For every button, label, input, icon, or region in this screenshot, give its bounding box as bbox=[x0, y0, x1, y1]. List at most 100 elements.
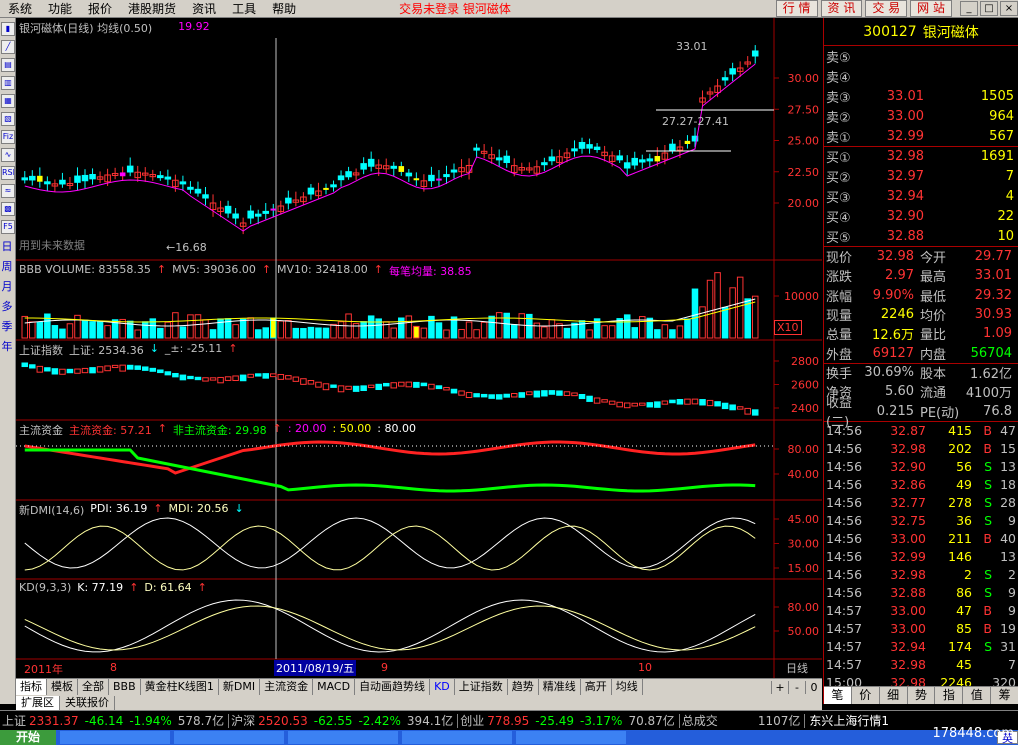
start-button[interactable]: 开始 bbox=[0, 730, 57, 745]
f5-tool-icon[interactable]: F5 bbox=[1, 220, 15, 234]
right-tab[interactable]: 势 bbox=[908, 687, 936, 704]
buy-level-label: 买④ bbox=[826, 210, 851, 226]
menu-hk-futures[interactable]: 港股期货 bbox=[120, 0, 184, 17]
buy-level-row[interactable]: 买④ 32.90 22 bbox=[824, 206, 1018, 226]
period-multi[interactable]: 多 bbox=[0, 298, 14, 314]
tab-extension[interactable]: 扩展区 bbox=[16, 695, 60, 710]
tab-control-button[interactable]: 0 bbox=[805, 680, 822, 694]
candle-body bbox=[21, 177, 29, 181]
indicator-tab[interactable]: 均线 bbox=[612, 679, 643, 695]
minimize-icon[interactable]: _ bbox=[960, 1, 978, 16]
tick-count: 19 bbox=[1000, 621, 1016, 637]
indicator-tab[interactable]: 全部 bbox=[78, 679, 109, 695]
tab-control-button[interactable]: - bbox=[788, 680, 805, 694]
taskbar-item[interactable] bbox=[60, 731, 171, 744]
tick-row: 14:57 32.98 45 7 bbox=[824, 656, 1018, 674]
right-tab[interactable]: 筹 bbox=[991, 687, 1018, 704]
tick-time: 14:56 bbox=[826, 495, 863, 511]
indicator-tab[interactable]: 上证指数 bbox=[455, 679, 508, 695]
indicator-tab[interactable]: BBB bbox=[109, 679, 141, 695]
line-tool-icon[interactable]: ╱ bbox=[1, 40, 15, 54]
fiz-tool-icon[interactable]: Fiz bbox=[1, 130, 15, 144]
taskbar-item[interactable] bbox=[402, 731, 513, 744]
ticker-percent: -3.17% bbox=[579, 713, 623, 728]
wave-tool-icon[interactable]: ≈ bbox=[1, 184, 15, 198]
bar-tool-icon[interactable]: ▥ bbox=[1, 76, 15, 90]
period-day[interactable]: 日 bbox=[0, 238, 14, 254]
news-button[interactable]: 资 讯 bbox=[820, 0, 863, 17]
taskbar-item[interactable] bbox=[516, 731, 627, 744]
ticker-broker[interactable]: 东兴上海行情1 bbox=[809, 712, 889, 729]
taskbar-item[interactable] bbox=[174, 731, 285, 744]
index-candle bbox=[74, 368, 81, 374]
sell-level-volume: 567 bbox=[989, 128, 1014, 144]
candle-body bbox=[345, 171, 352, 178]
buy-level-row[interactable]: 买② 32.97 7 bbox=[824, 166, 1018, 186]
stat-value: 4100万 bbox=[965, 386, 1012, 402]
indicator-tab[interactable]: 自动画趋势线 bbox=[355, 679, 431, 695]
tab-control-button[interactable]: + bbox=[771, 680, 788, 694]
period-month[interactable]: 月 bbox=[0, 278, 14, 294]
menu-tools[interactable]: 工具 bbox=[224, 0, 264, 17]
trend-tool-icon[interactable]: ∿ bbox=[1, 148, 15, 162]
right-tab[interactable]: 指 bbox=[935, 687, 964, 704]
indicator-tab[interactable]: 黄金柱K线图1 bbox=[141, 679, 219, 695]
rsi-tool-icon[interactable]: RSI bbox=[1, 166, 15, 180]
restore-icon[interactable]: □ bbox=[980, 1, 998, 16]
taskbar-item[interactable] bbox=[288, 731, 399, 744]
menu-info[interactable]: 资讯 bbox=[184, 0, 224, 17]
period-label[interactable]: 日线 bbox=[786, 660, 808, 676]
menu-system[interactable]: 系统 bbox=[0, 0, 40, 17]
volume-bar bbox=[232, 324, 239, 339]
indicator-tab[interactable]: 精准线 bbox=[539, 679, 581, 695]
xaxis-aug: 8 bbox=[110, 661, 117, 674]
period-week[interactable]: 周 bbox=[0, 258, 14, 274]
right-tab[interactable]: 细 bbox=[880, 687, 908, 704]
xaxis-sep: 9 bbox=[381, 661, 388, 674]
candle-body bbox=[473, 147, 480, 151]
tile-tool-icon[interactable]: ▩ bbox=[1, 202, 15, 216]
sell-level-row[interactable]: 卖⑤ bbox=[824, 46, 1018, 66]
menu-quote[interactable]: 报价 bbox=[80, 0, 120, 17]
right-tab[interactable]: 值 bbox=[963, 687, 992, 704]
indicator-tab[interactable]: 新DMI bbox=[219, 679, 261, 695]
sell-level-row[interactable]: 卖① 32.99 567 bbox=[824, 126, 1018, 146]
stat-value: 9.90% bbox=[872, 287, 914, 303]
kline-tool-icon[interactable]: ▮ bbox=[1, 22, 15, 36]
indicator-tab[interactable]: MACD bbox=[313, 679, 356, 695]
tab-related-quote[interactable]: 关联报价 bbox=[60, 695, 115, 710]
index-candle bbox=[172, 372, 179, 378]
quote-button[interactable]: 行 情 bbox=[775, 0, 818, 17]
volume-bar bbox=[202, 319, 209, 339]
index-candle bbox=[721, 402, 729, 410]
period-season[interactable]: 季 bbox=[0, 318, 14, 334]
sell-level-row[interactable]: 卖③ 33.01 1505 bbox=[824, 86, 1018, 106]
trade-button[interactable]: 交 易 bbox=[865, 0, 908, 17]
buy-level-row[interactable]: 买⑤ 32.88 10 bbox=[824, 226, 1018, 246]
indicator-tab[interactable]: 主流资金 bbox=[260, 679, 314, 695]
right-tab[interactable]: 价 bbox=[852, 687, 880, 704]
grid-tool-icon[interactable]: ▦ bbox=[1, 94, 15, 108]
close-icon[interactable]: × bbox=[1000, 1, 1018, 16]
period-year[interactable]: 年 bbox=[0, 338, 14, 354]
buy-level-row[interactable]: 买③ 32.94 4 bbox=[824, 186, 1018, 206]
menu-function[interactable]: 功能 bbox=[40, 0, 80, 17]
indicator-tab[interactable]: 模板 bbox=[47, 679, 78, 695]
indicator-tab[interactable]: 趋势 bbox=[508, 679, 539, 695]
sell-level-label: 卖③ bbox=[826, 90, 851, 106]
chart-area[interactable]: 30.00 27.50 25.00 22.50 20.00 10000 2800 2600 24… bbox=[16, 18, 822, 678]
indicator-tab[interactable]: 高开 bbox=[581, 679, 612, 695]
indicator-tab[interactable]: 指标 bbox=[16, 679, 47, 695]
ticker-change: -62.55 bbox=[313, 713, 353, 728]
indicator-tab[interactable]: KD bbox=[430, 679, 455, 695]
tick-side: S bbox=[984, 513, 992, 529]
sell-level-row[interactable]: 卖④ bbox=[824, 66, 1018, 86]
buy-level-row[interactable]: 买① 32.98 1691 bbox=[824, 146, 1018, 166]
chart-tool-icon[interactable]: ▤ bbox=[1, 58, 15, 72]
f10-tool-icon[interactable]: ▧ bbox=[1, 112, 15, 126]
tick-time: 14:57 bbox=[826, 657, 863, 673]
menu-help[interactable]: 帮助 bbox=[264, 0, 304, 17]
right-tab[interactable]: 笔 bbox=[824, 687, 852, 704]
sell-level-row[interactable]: 卖② 33.00 964 bbox=[824, 106, 1018, 126]
website-button[interactable]: 网 站 bbox=[910, 0, 952, 17]
